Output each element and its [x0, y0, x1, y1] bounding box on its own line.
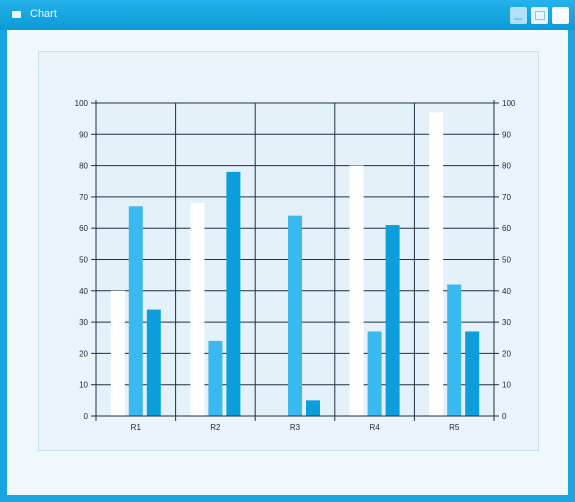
y-tick-label-left: 10 — [79, 381, 88, 390]
bar-R1-series-1 — [110, 290, 125, 416]
y-tick-label-right: 60 — [502, 224, 511, 233]
x-tick-label-R2: R2 — [210, 423, 221, 432]
y-tick-label-right: 70 — [502, 193, 511, 202]
bar-R3-series-3 — [306, 400, 320, 416]
bar-R4-series-1 — [349, 165, 364, 416]
y-tick-label-left: 80 — [79, 162, 88, 171]
y-tick-label-right: 100 — [502, 99, 516, 108]
y-tick-label-right: 20 — [502, 349, 511, 358]
y-tick-label-left: 50 — [79, 256, 88, 265]
y-tick-label-left: 70 — [79, 193, 88, 202]
bar-R2-series-2 — [208, 340, 223, 416]
y-tick-label-right: 0 — [502, 412, 507, 421]
bar-R5-series-2 — [447, 284, 462, 416]
title-bar[interactable]: Chart — [0, 0, 575, 30]
close-button[interactable] — [552, 7, 569, 24]
bar-R1-series-3 — [146, 309, 161, 416]
bar-R2-series-3 — [226, 171, 241, 416]
y-tick-label-left: 30 — [79, 318, 88, 327]
app-icon[interactable] — [12, 11, 21, 18]
x-tick-label-R5: R5 — [449, 423, 460, 432]
y-tick-label-right: 30 — [502, 318, 511, 327]
x-tick-label-R3: R3 — [290, 423, 301, 432]
y-tick-label-left: 40 — [79, 287, 88, 296]
x-tick-label-R4: R4 — [369, 423, 380, 432]
bar-R5-series-3 — [465, 331, 480, 416]
y-tick-label-left: 0 — [84, 412, 89, 421]
bar-R3-series-2 — [288, 215, 302, 416]
x-tick-label-R1: R1 — [131, 423, 142, 432]
maximize-button[interactable] — [531, 7, 548, 24]
bar-R2-series-1 — [190, 203, 205, 416]
bar-chart: 0 0 10 10 20 20 30 30 40 40 50 50 60 60 70 70 80 80 90 90 10… — [75, 99, 516, 432]
y-tick-label-right: 10 — [502, 381, 511, 390]
y-tick-label-right: 90 — [502, 130, 511, 139]
bar-R5-series-1 — [429, 112, 444, 416]
y-tick-label-right: 80 — [502, 162, 511, 171]
bar-R1-series-2 — [128, 206, 143, 416]
y-tick-label-right: 50 — [502, 256, 511, 265]
bar-R4-series-2 — [367, 331, 382, 416]
window-title: Chart — [30, 8, 57, 20]
y-tick-label-left: 60 — [79, 224, 88, 233]
y-tick-label-left: 90 — [79, 130, 88, 139]
y-tick-label-right: 40 — [502, 287, 511, 296]
minimize-button[interactable] — [510, 7, 527, 24]
y-tick-label-left: 100 — [75, 99, 89, 108]
chart-panel: 0 0 10 10 20 20 30 30 40 40 50 50 60 60 70 70 80 80 90 90 10… — [38, 51, 539, 451]
bar-R4-series-3 — [385, 225, 400, 416]
y-tick-label-left: 20 — [79, 349, 88, 358]
chart-window: Chart 0 0 10 10 20 20 30 30 40 40 50 50 60 60 70 70 80 80… — [0, 0, 575, 502]
